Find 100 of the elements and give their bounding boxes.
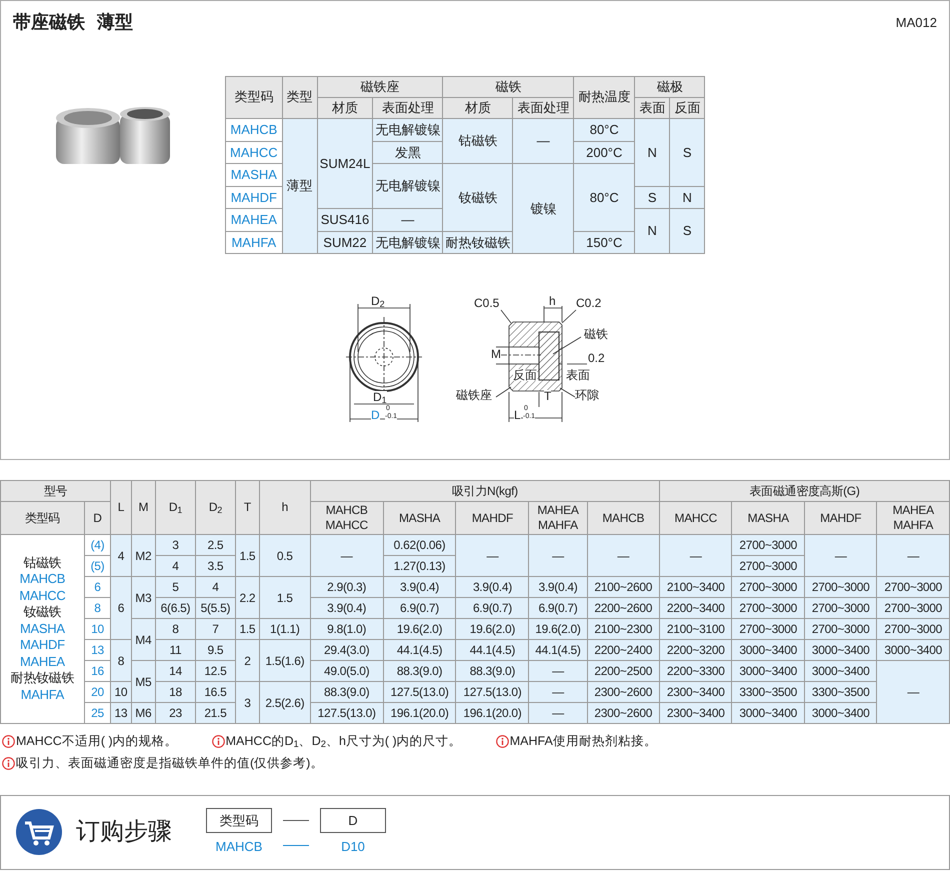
table-cell: 4	[155, 556, 196, 576]
table-header-cell: L	[110, 480, 132, 534]
table-cell: 7	[195, 618, 236, 640]
ordering-title: 订购步骤	[76, 817, 172, 847]
table-cell: 0.5	[259, 534, 310, 576]
table-cell: 2700~3000	[804, 618, 877, 640]
table-cell: 发黑	[372, 141, 443, 164]
table-cell: 2700~3000	[732, 598, 804, 618]
table-cell: 19.6(2.0)	[528, 618, 588, 640]
table-cell: SUM22	[317, 231, 373, 254]
table-cell: 2200~3400	[660, 598, 732, 618]
table-cell: 薄型	[282, 118, 318, 254]
table-cell: 13	[84, 640, 111, 660]
table-cell: 200°C	[574, 141, 635, 164]
shopping-cart-icon	[16, 809, 62, 855]
table-header-cell: 吸引力N(kgf)	[310, 480, 660, 502]
table-header-cell: 磁极	[634, 76, 705, 98]
table-cell: 12.5	[195, 660, 236, 682]
table-cell: 0.62(0.06)	[383, 534, 456, 556]
table-cell: S	[670, 208, 705, 254]
table-cell: 127.5(13.0)	[383, 682, 456, 702]
table-cell: 88.3(9.0)	[383, 660, 456, 682]
table-cell: 8	[110, 640, 132, 682]
table-cell: —	[528, 660, 588, 682]
dimension-label: D$_{1}$	[373, 391, 387, 403]
table-cell: —	[804, 534, 877, 576]
dimension-label: T	[544, 390, 552, 402]
table-cell: 钕磁铁	[442, 164, 513, 231]
table-cell: M4	[131, 618, 156, 660]
dimension-label: 磁铁	[584, 328, 608, 340]
table-cell: 2.2	[235, 576, 260, 618]
table-cell: 2100~3100	[660, 618, 732, 640]
magnet-type: 耐热钕磁铁	[10, 670, 76, 687]
table-header-cell: MAHCB	[587, 502, 660, 534]
table-cell: 2300~3400	[660, 702, 732, 724]
table-cell: 2	[235, 640, 260, 682]
info-icon	[212, 734, 225, 748]
table-cell: 196.1(20.0)	[383, 702, 456, 724]
table-header-cell: 磁铁座	[317, 76, 443, 98]
table-cell: 2700~3000	[876, 618, 950, 640]
dimension-label: L	[514, 409, 521, 421]
table-cell: 钴磁铁	[442, 118, 513, 164]
table-cell: 127.5(13.0)	[456, 682, 529, 702]
order-example: MAHCB	[216, 838, 262, 856]
table-cell: 3000~3400	[732, 702, 804, 724]
table-cell: 2700~3000	[732, 556, 804, 576]
table-cell: 88.3(9.0)	[456, 660, 529, 682]
table-cell: 44.1(4.5)	[528, 640, 588, 660]
table-cell: —	[587, 534, 660, 576]
table-cell: 1.27(0.13)	[383, 556, 456, 576]
table-cell: 无电解镀镍	[372, 164, 443, 208]
table-cell: 10	[110, 682, 132, 702]
note-text: MAHFA使用耐热剂粘接。	[510, 733, 657, 750]
table-cell: 23	[155, 702, 196, 724]
table-cell: 6(6.5)	[155, 598, 196, 618]
table-header-cell: 表面处理	[372, 98, 443, 118]
table-cell: 2200~2500	[587, 660, 660, 682]
dimension-label: M	[491, 348, 501, 360]
type-code: MAHFA	[20, 686, 66, 704]
table-cell: 3300~3500	[732, 682, 804, 702]
table-cell: 127.5(13.0)	[310, 702, 384, 724]
table-cell: 1.5(1.6)	[259, 640, 310, 682]
table-cell: N	[670, 186, 705, 208]
dimension-label: 磁铁座	[456, 389, 492, 401]
table-cell: 3000~3400	[732, 640, 804, 660]
table-header-cell: 耐热温度	[574, 76, 635, 118]
table-cell: 6.9(0.7)	[456, 598, 529, 618]
table-cell: 2100~2300	[587, 618, 660, 640]
table-cell: 1(1.1)	[259, 618, 310, 640]
table-cell: 2700~3000	[876, 576, 950, 598]
table-cell: —	[512, 118, 574, 164]
table-header-cell: 类型码	[0, 502, 84, 534]
table-cell: 6	[110, 576, 132, 640]
table-cell: (4)	[84, 534, 111, 556]
order-field-label: 类型码	[206, 808, 272, 833]
info-icon	[2, 756, 15, 770]
table-cell: 3.9(0.4)	[383, 576, 456, 598]
table-cell: 3000~3400	[732, 660, 804, 682]
dimension-label: 环隙	[575, 389, 599, 401]
table-cell: 无电解镀镍	[372, 231, 443, 254]
dimension-label: 0.2	[588, 352, 605, 364]
table-cell: —	[372, 208, 443, 231]
magnet-type: 钴磁铁	[22, 554, 62, 572]
table-cell: 3.9(0.4)	[528, 576, 588, 598]
table-header-cell: 类型码	[226, 76, 282, 118]
table-header-cell: MAHDF	[456, 502, 529, 534]
table-cell: 5	[155, 576, 196, 598]
catalog-code: MA012	[896, 14, 937, 32]
table-cell: S	[634, 186, 670, 208]
table-cell: 耐热钕磁铁	[442, 231, 513, 254]
note-text: MAHCC不适用( )内的规格。	[16, 733, 178, 750]
table-header-cell: h	[259, 480, 310, 534]
table-cell: MASHA	[226, 164, 282, 186]
table-cell: 2700~3000	[876, 598, 950, 618]
table-cell: —	[660, 534, 732, 576]
table-cell: 3000~3400	[804, 702, 877, 724]
table-header-cell: 材质	[442, 98, 513, 118]
table-cell: 29.4(3.0)	[310, 640, 384, 660]
table-cell: —	[876, 660, 950, 724]
table-cell: 5(5.5)	[195, 598, 236, 618]
